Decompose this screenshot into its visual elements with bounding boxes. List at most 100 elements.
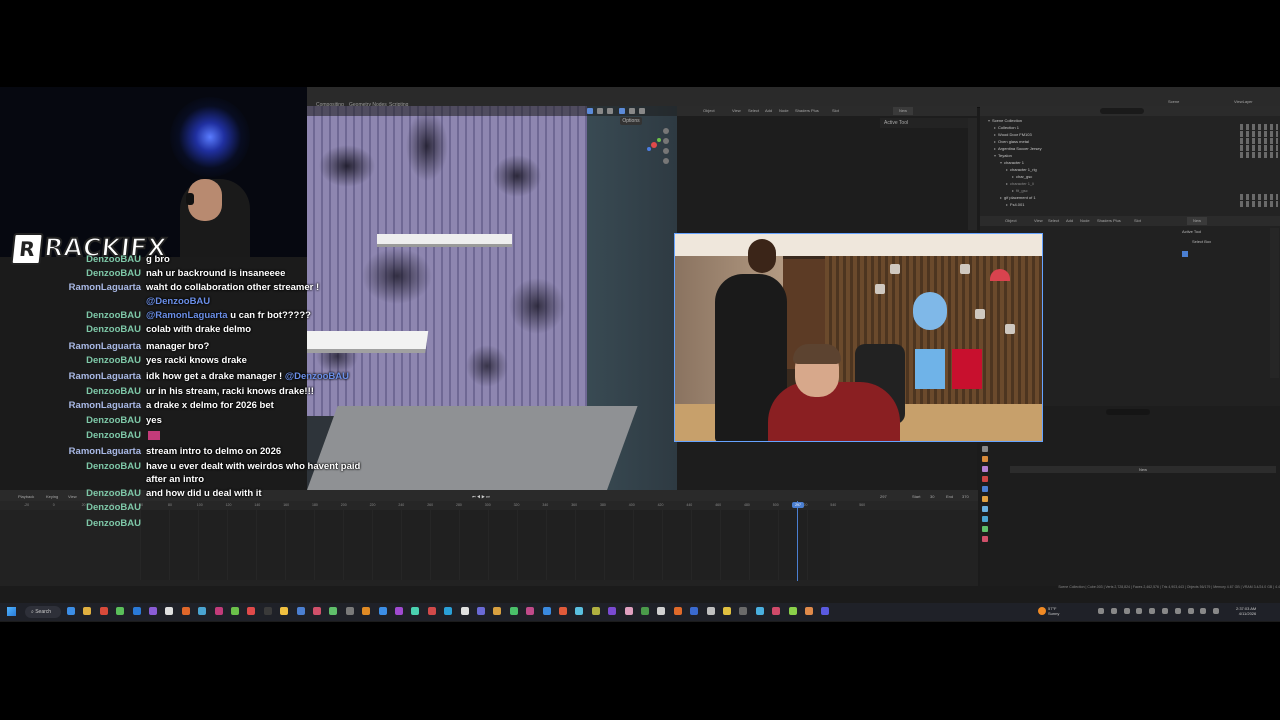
navigation-gizmo-icon[interactable] — [645, 136, 663, 154]
playback-controls[interactable]: ⏮ ◀ ▶ ⏭ — [472, 494, 490, 499]
browser-icon[interactable] — [198, 607, 207, 615]
node-menu-shaders-plus[interactable]: Shaders Plus — [795, 107, 819, 115]
visibility-icons[interactable] — [1240, 152, 1278, 158]
outliner-row[interactable]: ▸ fit_gsc — [1012, 187, 1028, 194]
end-frame-field[interactable]: 370 — [962, 494, 969, 499]
system-tray-icon[interactable] — [1098, 608, 1104, 614]
expand-icon[interactable]: ▸ — [994, 125, 996, 130]
app-icon[interactable] — [657, 607, 666, 615]
chat-username[interactable]: DenzooBAU — [86, 414, 141, 428]
camera-view-icon[interactable] — [663, 148, 669, 154]
node-menu-object[interactable]: Object — [703, 107, 715, 115]
app-icon[interactable] — [673, 607, 682, 615]
app-icon[interactable] — [493, 607, 502, 615]
app-icon[interactable] — [723, 607, 731, 615]
zoom-icon[interactable] — [663, 128, 669, 134]
props-menu-select[interactable]: Select — [1048, 217, 1059, 225]
chrome-icon[interactable] — [231, 607, 239, 615]
system-clock[interactable]: 2:37:03 AM 4/11/2026 — [1236, 606, 1256, 616]
task-view-icon[interactable] — [67, 607, 75, 615]
props-menu-add[interactable]: Add — [1066, 217, 1073, 225]
shading-rendered-icon[interactable] — [639, 108, 645, 114]
app-icon[interactable] — [345, 607, 354, 615]
scene-shelf-upper[interactable] — [377, 234, 512, 244]
app-icon[interactable] — [706, 607, 715, 615]
node-new-button[interactable]: New — [893, 107, 914, 115]
expand-icon[interactable]: ▸ — [1012, 188, 1014, 193]
expand-icon[interactable]: ▾ — [994, 153, 996, 158]
props-new-button[interactable]: New — [1187, 217, 1208, 225]
select-box-icon[interactable] — [1182, 251, 1188, 257]
chat-mention[interactable]: @DenzooBAU — [285, 371, 349, 382]
system-tray-icon[interactable] — [1149, 608, 1156, 614]
output-tab-icon[interactable] — [982, 466, 988, 472]
app-icon[interactable] — [378, 607, 387, 615]
system-tray-icon[interactable] — [1162, 608, 1168, 614]
expand-icon[interactable]: ▸ — [1006, 181, 1008, 186]
playhead-frame-label[interactable]: 297 — [792, 502, 804, 508]
chat-mention[interactable]: @DenzooBAU — [146, 296, 210, 307]
files-icon[interactable] — [280, 607, 289, 615]
material-new-button[interactable]: New — [1010, 466, 1276, 473]
outliner-row[interactable]: ▾ Teyalon — [994, 152, 1012, 159]
app-icon[interactable] — [362, 607, 371, 615]
weather-icon[interactable] — [1038, 607, 1046, 615]
app-icon[interactable] — [805, 607, 813, 615]
outliner-row[interactable]: ▾ Scene Collection — [988, 117, 1022, 124]
blender-icon[interactable] — [296, 607, 305, 615]
system-tray-icon[interactable] — [1200, 608, 1207, 614]
settings-icon[interactable] — [165, 607, 174, 615]
view-layer-selector[interactable]: ViewLayer — [1234, 98, 1253, 106]
chat-username[interactable]: RamonLaguarta — [69, 399, 141, 413]
overlay-icon[interactable] — [597, 108, 603, 114]
app-icon[interactable] — [739, 607, 748, 615]
spreadsheet-icon[interactable] — [116, 607, 125, 615]
chat-username[interactable]: DenzooBAU — [86, 429, 141, 443]
outliner-row[interactable]: ▸ Wood Door FM103 — [994, 131, 1032, 138]
system-tray-icon[interactable] — [1213, 608, 1220, 614]
props-menu-object[interactable]: Object — [1005, 217, 1017, 225]
viewport-options-button[interactable]: Options — [620, 117, 642, 125]
outliner-search-input[interactable] — [1100, 108, 1144, 114]
app-icon[interactable] — [395, 607, 403, 615]
chat-username[interactable]: DenzooBAU — [86, 487, 141, 501]
visibility-icons[interactable] — [1240, 194, 1278, 200]
node-menu-add[interactable]: Add — [765, 107, 772, 115]
timeline-playhead[interactable] — [797, 501, 798, 581]
system-tray-icon[interactable] — [1187, 608, 1194, 614]
tool-tab-icon[interactable] — [982, 446, 988, 452]
chat-username[interactable]: DenzooBAU — [86, 517, 141, 531]
chat-mention[interactable]: @RamonLaguarta — [146, 310, 228, 321]
app-icon[interactable] — [821, 607, 830, 615]
terminal-icon[interactable] — [99, 607, 108, 615]
shading-material-icon[interactable] — [629, 108, 635, 114]
start-frame-field[interactable]: 30 — [930, 494, 934, 499]
app-icon[interactable] — [559, 607, 567, 615]
node-menu-view[interactable]: View — [732, 107, 741, 115]
expand-icon[interactable]: ▾ — [988, 118, 990, 123]
notion-icon[interactable] — [263, 607, 272, 615]
chat-username[interactable]: DenzooBAU — [86, 460, 141, 474]
props-menu-view[interactable]: View — [1034, 217, 1043, 225]
app-icon[interactable] — [444, 607, 453, 615]
system-tray-icon[interactable] — [1136, 608, 1143, 614]
outliner-row[interactable]: ▸ character 1_li — [1006, 180, 1034, 187]
chat-username[interactable]: DenzooBAU — [86, 323, 141, 337]
outliner-row[interactable]: ▸ Oven glass metal — [994, 138, 1029, 145]
app-icon[interactable] — [624, 607, 633, 615]
chat-username[interactable]: RamonLaguarta — [69, 281, 141, 295]
node-menu-select[interactable]: Select — [748, 107, 759, 115]
outliner-row[interactable]: ▸ char_gsc — [1012, 173, 1032, 180]
physics-tab-icon[interactable] — [982, 516, 988, 522]
weather-widget[interactable]: 57°F Sunny — [1048, 606, 1059, 616]
pan-icon[interactable] — [663, 138, 669, 144]
expand-icon[interactable]: ▸ — [994, 132, 996, 137]
chat-username[interactable]: DenzooBAU — [86, 385, 141, 399]
outliner-row[interactable]: ▾ character 1 — [1000, 159, 1024, 166]
expand-icon[interactable]: ▸ — [1006, 202, 1008, 207]
system-tray-icon[interactable] — [1174, 608, 1181, 614]
select-mode-icon[interactable] — [587, 108, 593, 114]
app-icon[interactable] — [411, 607, 420, 615]
outliner-row[interactable]: ▸ character 1_rig — [1006, 166, 1037, 173]
app-icon[interactable] — [509, 607, 518, 615]
